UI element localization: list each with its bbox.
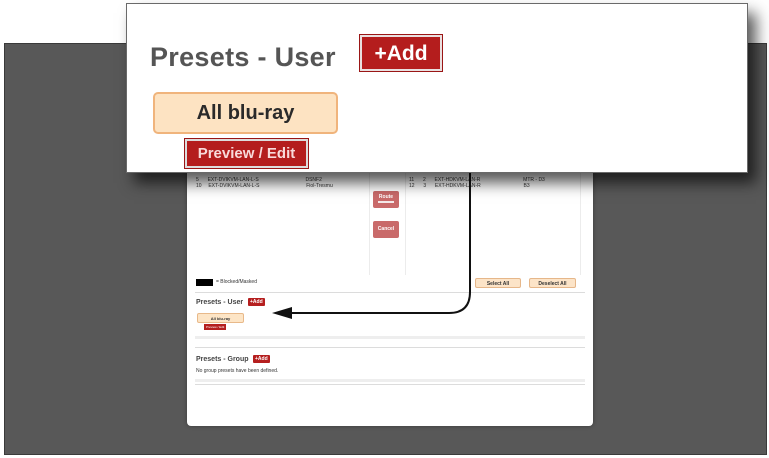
- preview-edit-button[interactable]: Preview / Edit: [184, 138, 309, 169]
- connector-line: [286, 172, 471, 314]
- add-preset-button[interactable]: +Add: [359, 34, 443, 72]
- callout-title: Presets - User: [150, 42, 336, 72]
- zoom-callout: Presets - User +Add All blu-ray Preview …: [126, 3, 748, 173]
- preset-all-blu-ray-large[interactable]: All blu-ray: [153, 92, 338, 134]
- arrow-left-icon: [272, 307, 292, 319]
